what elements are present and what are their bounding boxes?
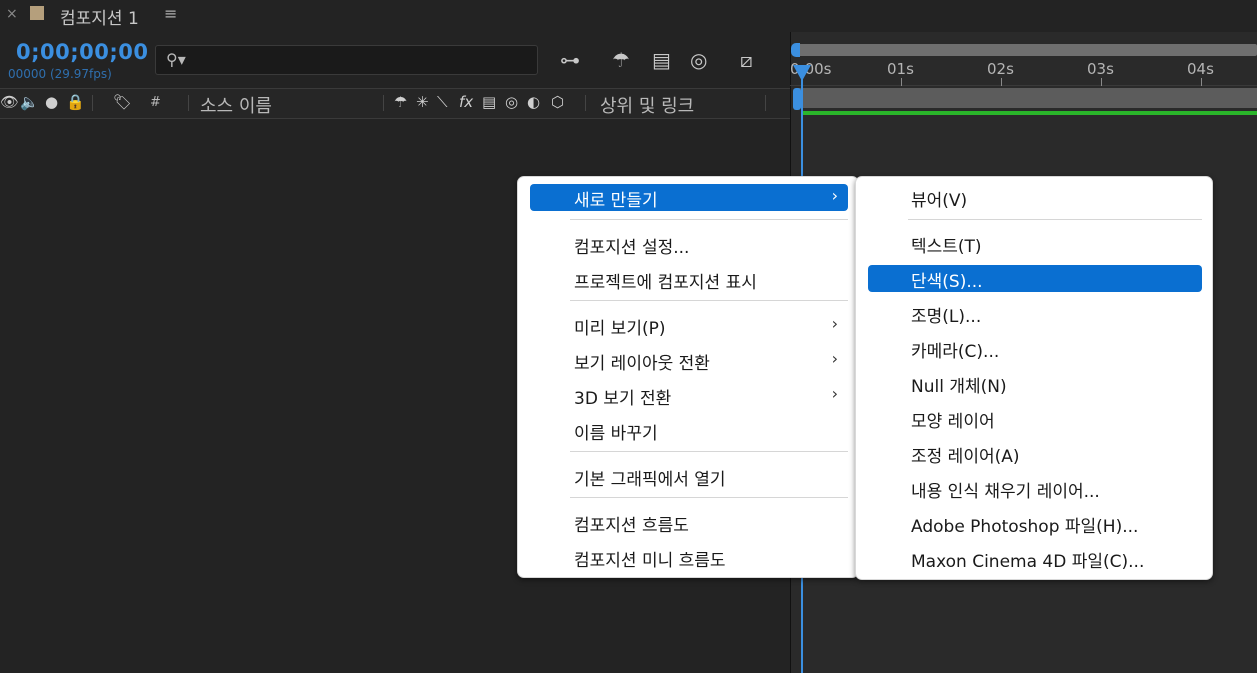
audio-icon[interactable]: 🔈 xyxy=(20,93,39,111)
quality-icon[interactable]: ⟍ xyxy=(437,93,448,111)
render-cache-indicator xyxy=(801,111,1257,115)
playhead-handle[interactable] xyxy=(793,65,811,81)
ruler-tick xyxy=(1001,78,1002,86)
tab-close-button[interactable]: × xyxy=(6,6,18,22)
search-input[interactable] xyxy=(194,49,528,71)
adjustment-layer-icon[interactable]: ◐ xyxy=(527,93,540,111)
time-ruler-baseline xyxy=(790,85,1257,86)
draft-3d-icon[interactable]: ⊶ xyxy=(560,48,580,72)
layer-number-header: # xyxy=(150,95,161,110)
submenu-item-adjustment-layer[interactable]: 조정 레이어(A) xyxy=(868,440,1202,467)
submenu-item-text[interactable]: 텍스트(T) xyxy=(868,230,1202,257)
layer-search-field[interactable]: ⚲▾ xyxy=(155,45,538,75)
label-tag-icon[interactable]: 🏷 xyxy=(113,93,132,111)
menu-item-composition-mini-flowchart[interactable]: 컴포지션 미니 흐름도 xyxy=(530,544,848,571)
frame-blending-icon[interactable]: ▤ xyxy=(652,48,671,72)
3d-layer-icon[interactable]: ⬡ xyxy=(551,93,564,111)
submenu-item-camera[interactable]: 카메라(C)... xyxy=(868,335,1202,362)
ruler-label: 01s xyxy=(887,60,914,78)
collapse-transform-icon[interactable]: ✳ xyxy=(416,93,429,111)
chevron-right-icon: › xyxy=(831,349,838,368)
motion-blur-switch-icon[interactable]: ◎ xyxy=(505,93,518,111)
graph-editor-icon[interactable]: ⧄ xyxy=(740,48,753,72)
submenu-item-shape-layer[interactable]: 모양 레이어 xyxy=(868,405,1202,432)
work-area-bar[interactable] xyxy=(795,44,1257,56)
menu-item-switch-3d-view[interactable]: 3D 보기 전환 › xyxy=(530,382,848,409)
source-name-header[interactable]: 소스 이름 xyxy=(200,92,272,118)
chevron-right-icon: › xyxy=(831,186,838,205)
ruler-label: 04s xyxy=(1187,60,1214,78)
search-icon: ⚲▾ xyxy=(166,50,186,69)
menu-item-reveal-in-project[interactable]: 프로젝트에 컴포지션 표시 xyxy=(530,266,848,293)
new-submenu: 뷰어(V) 텍스트(T) 단색(S)... 조명(L)... 카메라(C)...… xyxy=(855,176,1213,580)
current-time-display[interactable]: 0;00;00;00 xyxy=(16,40,148,64)
submenu-item-viewer[interactable]: 뷰어(V) xyxy=(868,184,1202,211)
ruler-tick xyxy=(901,78,902,86)
context-menu: 새로 만들기 › 컴포지션 설정... 프로젝트에 컴포지션 표시 미리 보기(… xyxy=(517,176,859,578)
submenu-item-null-object[interactable]: Null 개체(N) xyxy=(868,370,1202,397)
submenu-item-light[interactable]: 조명(L)... xyxy=(868,300,1202,327)
submenu-item-solid[interactable]: 단색(S)... xyxy=(868,265,1202,292)
panel-menu-icon[interactable]: ≡ xyxy=(164,4,177,23)
chevron-right-icon: › xyxy=(831,314,838,333)
submenu-item-cinema4d-file[interactable]: Maxon Cinema 4D 파일(C)... xyxy=(868,545,1202,572)
work-area-start-handle[interactable] xyxy=(791,43,800,57)
submenu-item-content-aware-fill-layer[interactable]: 내용 인식 채우기 레이어... xyxy=(868,475,1202,502)
menu-item-preview[interactable]: 미리 보기(P) › xyxy=(530,312,848,339)
shy-switch-icon[interactable]: ☂ xyxy=(394,93,407,111)
frame-count-display: 00000 (29.97fps) xyxy=(8,67,112,81)
video-visibility-icon[interactable]: 👁 xyxy=(0,93,19,111)
parent-link-header[interactable]: 상위 및 링크 xyxy=(600,92,694,118)
menu-item-rename[interactable]: 이름 바꾸기 xyxy=(530,417,848,444)
composition-color-swatch xyxy=(30,6,44,20)
composition-tab-bar: × 컴포지션 1 ≡ xyxy=(0,0,1257,32)
chevron-right-icon: › xyxy=(831,384,838,403)
composition-tab-title[interactable]: 컴포지션 1 xyxy=(60,4,139,29)
menu-item-composition-settings[interactable]: 컴포지션 설정... xyxy=(530,231,848,258)
ruler-label: 02s xyxy=(987,60,1014,78)
menu-item-new[interactable]: 새로 만들기 › xyxy=(530,184,848,211)
layer-in-point-handle[interactable] xyxy=(793,88,801,110)
frame-blend-switch-icon[interactable]: ▤ xyxy=(482,93,496,111)
solo-icon[interactable]: ● xyxy=(45,93,58,111)
menu-item-composition-flowchart[interactable]: 컴포지션 흐름도 xyxy=(530,509,848,536)
submenu-item-photoshop-file[interactable]: Adobe Photoshop 파일(H)... xyxy=(868,510,1202,537)
layer-duration-bar[interactable] xyxy=(797,88,1257,108)
ruler-label: 03s xyxy=(1087,60,1114,78)
menu-item-switch-view-layout[interactable]: 보기 레이아웃 전환 › xyxy=(530,347,848,374)
ruler-tick xyxy=(1101,78,1102,86)
layer-column-header: 👁 🔈 ● 🔒 🏷 # 소스 이름 ☂ ✳ ⟍ fx ▤ ◎ ◐ ⬡ 상위 및 … xyxy=(0,88,790,119)
effects-icon[interactable]: fx xyxy=(459,93,473,111)
ruler-tick xyxy=(1201,78,1202,86)
menu-item-open-essential-graphics[interactable]: 기본 그래픽에서 열기 xyxy=(530,463,848,490)
shy-icon[interactable]: ☂ xyxy=(612,48,630,72)
motion-blur-icon[interactable]: ◎ xyxy=(690,48,707,72)
lock-icon[interactable]: 🔒 xyxy=(66,93,85,111)
